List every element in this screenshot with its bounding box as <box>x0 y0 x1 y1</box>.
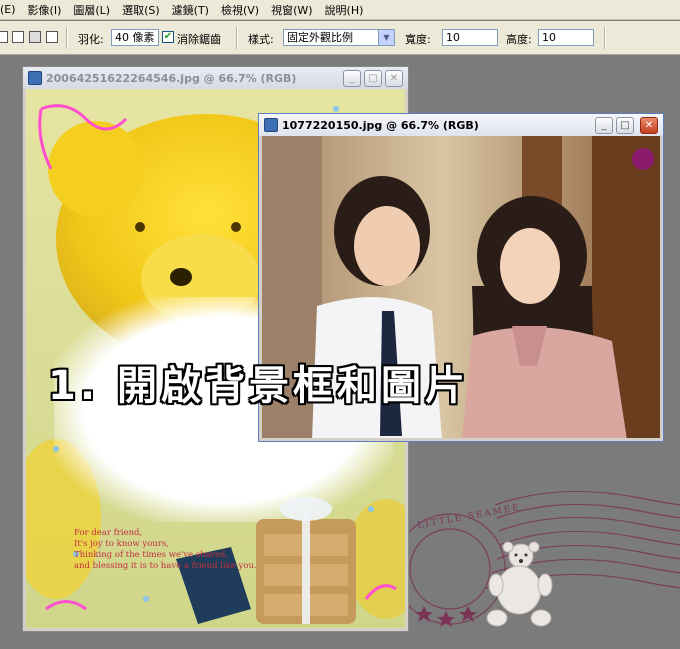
background-window-title: 20064251622264546.jpg @ 66.7% (RGB) <box>46 71 297 85</box>
card-message: For dear friend, It's joy to know yours,… <box>74 528 257 572</box>
card-line: Thinking of the times we've shared, <box>74 550 229 560</box>
card-line: and blessing it is to have a friend like… <box>74 561 257 571</box>
minimize-button[interactable]: _ <box>343 70 361 87</box>
document-icon <box>264 118 278 132</box>
close-button[interactable]: ✕ <box>640 117 658 134</box>
photo-window-title: 1077220150.jpg @ 66.7% (RGB) <box>282 118 479 132</box>
close-button[interactable]: ✕ <box>385 70 403 87</box>
document-icon <box>28 71 42 85</box>
card-line: It's joy to know yours, <box>74 539 169 549</box>
minimize-button[interactable]: _ <box>595 117 613 134</box>
maximize-button[interactable]: □ <box>616 117 634 134</box>
card-line: For dear friend, <box>74 528 143 538</box>
maximize-button[interactable]: □ <box>364 70 382 87</box>
teddy-bear-icon <box>486 541 553 627</box>
tutorial-caption: 1. 開啟背景框和圖片 <box>48 363 469 409</box>
